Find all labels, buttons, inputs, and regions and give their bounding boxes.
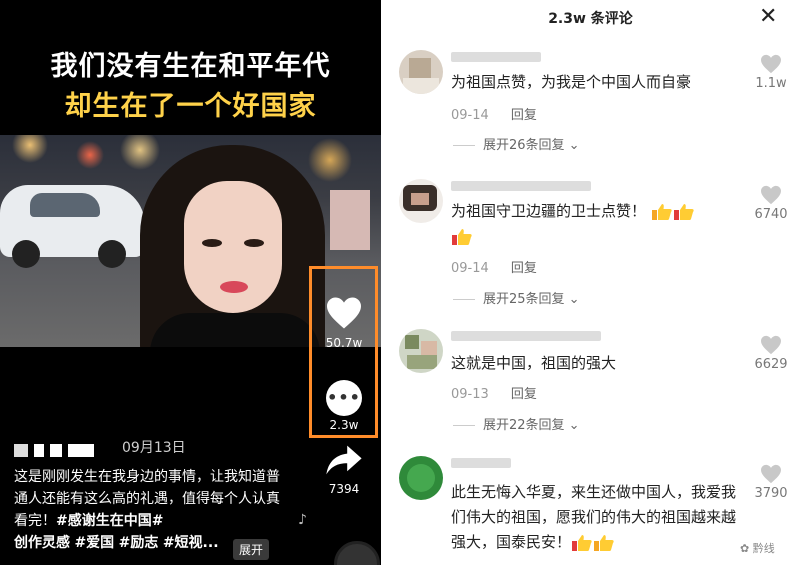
hashtag-link[interactable]: 创作灵感 bbox=[14, 535, 70, 551]
music-note-icon: ♪ bbox=[298, 512, 307, 528]
avatar[interactable] bbox=[399, 50, 443, 94]
expand-replies-label: 展开22条回复 bbox=[483, 418, 565, 433]
comment-meta: 09-14 回复 bbox=[451, 104, 537, 123]
thumbs-up-emoji-icon bbox=[673, 203, 695, 221]
comment-username-blurred[interactable] bbox=[451, 331, 601, 341]
share-button[interactable]: 7394 bbox=[318, 444, 370, 496]
comment-username-blurred[interactable] bbox=[451, 181, 591, 191]
music-disc-icon[interactable] bbox=[334, 541, 380, 565]
share-count: 7394 bbox=[328, 482, 360, 496]
comment-button[interactable]: ••• 2.3w bbox=[318, 380, 370, 432]
thumbs-up-emoji-icon bbox=[451, 228, 473, 246]
comment-username-blurred[interactable] bbox=[451, 52, 541, 62]
comment-text: 为祖国点赞，为我是个中国人而自豪 bbox=[451, 73, 692, 91]
expand-replies-label: 展开25条回复 bbox=[483, 292, 565, 307]
avatar[interactable] bbox=[399, 179, 443, 223]
like-button[interactable]: 50.7w bbox=[318, 296, 370, 350]
hashtag-link[interactable]: #感谢生在中国# bbox=[56, 513, 163, 529]
expand-replies-label: 展开26条回复 bbox=[483, 138, 565, 153]
chevron-down-icon: ⌄ bbox=[564, 138, 580, 153]
comment-date: 09-13 bbox=[451, 387, 489, 402]
avatar[interactable] bbox=[399, 456, 443, 500]
comment-date: 09-14 bbox=[451, 261, 489, 276]
comment-bubble-icon: ••• bbox=[326, 380, 362, 416]
author-name-blurred[interactable] bbox=[14, 440, 100, 457]
comment-text-content: 为祖国守卫边疆的卫士点赞！ bbox=[451, 202, 647, 220]
video-date: 09月13日 bbox=[122, 440, 186, 456]
comment-meta: 09-14 回复 bbox=[451, 257, 537, 276]
expand-replies[interactable]: 展开22条回复 ⌄ bbox=[453, 414, 580, 433]
comment-count: 2.3w bbox=[329, 418, 359, 432]
comment-like-count: 3790 bbox=[754, 486, 788, 501]
expand-replies[interactable]: 展开25条回复 ⌄ bbox=[453, 288, 580, 307]
car-wheel bbox=[12, 240, 40, 268]
comment-meta: 09-13 回复 bbox=[451, 383, 537, 402]
heart-icon bbox=[327, 297, 361, 329]
reply-button[interactable]: 回复 bbox=[511, 261, 537, 276]
comment-text: 此生无悔入华夏，来生还做中国人，我爱我们伟大的祖国，愿我们的伟大的祖国越来越强大… bbox=[451, 480, 743, 555]
comment-like-button[interactable]: 6629 bbox=[749, 335, 793, 372]
comment-like-count: 6740 bbox=[754, 207, 788, 222]
video-headline-line1: 我们没有生在和平年代 bbox=[50, 51, 331, 82]
comment-like-button[interactable]: 1.1w bbox=[749, 54, 793, 91]
heart-icon bbox=[761, 185, 781, 205]
close-icon[interactable]: ✕ bbox=[759, 4, 777, 29]
watermark-label: 黔线 bbox=[752, 542, 775, 555]
comment-like-count: 1.1w bbox=[755, 76, 787, 91]
comment-date: 09-14 bbox=[451, 108, 489, 123]
hashtag-link[interactable]: #励志 bbox=[119, 535, 159, 551]
share-icon bbox=[326, 445, 362, 475]
like-count: 50.7w bbox=[325, 336, 363, 350]
blurred-region bbox=[330, 190, 370, 250]
avatar[interactable] bbox=[399, 329, 443, 373]
woman-speaker bbox=[140, 145, 325, 347]
video-headline-line2: 却生在了一个好国家 bbox=[64, 91, 317, 122]
watermark: ✿ 黔线 bbox=[740, 540, 775, 556]
heart-icon bbox=[761, 54, 781, 74]
comment-like-count: 6629 bbox=[754, 357, 788, 372]
comment-like-button[interactable]: 3790 bbox=[749, 464, 793, 501]
video-player[interactable]: 我们没有生在和平年代 却生在了一个好国家 50.7w ••• 2.3w 7394… bbox=[0, 0, 381, 565]
hashtag-link[interactable]: #短视... bbox=[163, 535, 219, 551]
comments-panel: 2.3w 条评论 ✕ 为祖国点赞，为我是个中国人而自豪 09-14 回复 展开2… bbox=[381, 0, 800, 565]
comment-text: 这就是中国，祖国的强大 bbox=[451, 354, 617, 372]
car-wheel bbox=[98, 240, 126, 268]
comments-title: 2.3w 条评论 bbox=[548, 11, 633, 27]
reply-button[interactable]: 回复 bbox=[511, 108, 537, 123]
heart-icon bbox=[761, 335, 781, 355]
comment-text: 为祖国守卫边疆的卫士点赞！ bbox=[451, 199, 731, 249]
comment-username-blurred[interactable] bbox=[451, 458, 511, 468]
expand-description-button[interactable]: 展开 bbox=[233, 539, 270, 560]
comment-like-button[interactable]: 6740 bbox=[749, 185, 793, 222]
reply-button[interactable]: 回复 bbox=[511, 387, 537, 402]
chevron-down-icon: ⌄ bbox=[564, 418, 580, 433]
hashtag-link[interactable]: #爱国 bbox=[74, 535, 114, 551]
thumbs-up-emoji-icon bbox=[571, 534, 593, 552]
thumbs-up-emoji-icon bbox=[651, 203, 673, 221]
chevron-down-icon: ⌄ bbox=[564, 292, 580, 307]
thumbs-up-emoji-icon bbox=[593, 534, 615, 552]
heart-icon bbox=[761, 464, 781, 484]
expand-replies[interactable]: 展开26条回复 ⌄ bbox=[453, 134, 580, 153]
wechat-icon: ✿ bbox=[740, 542, 753, 555]
